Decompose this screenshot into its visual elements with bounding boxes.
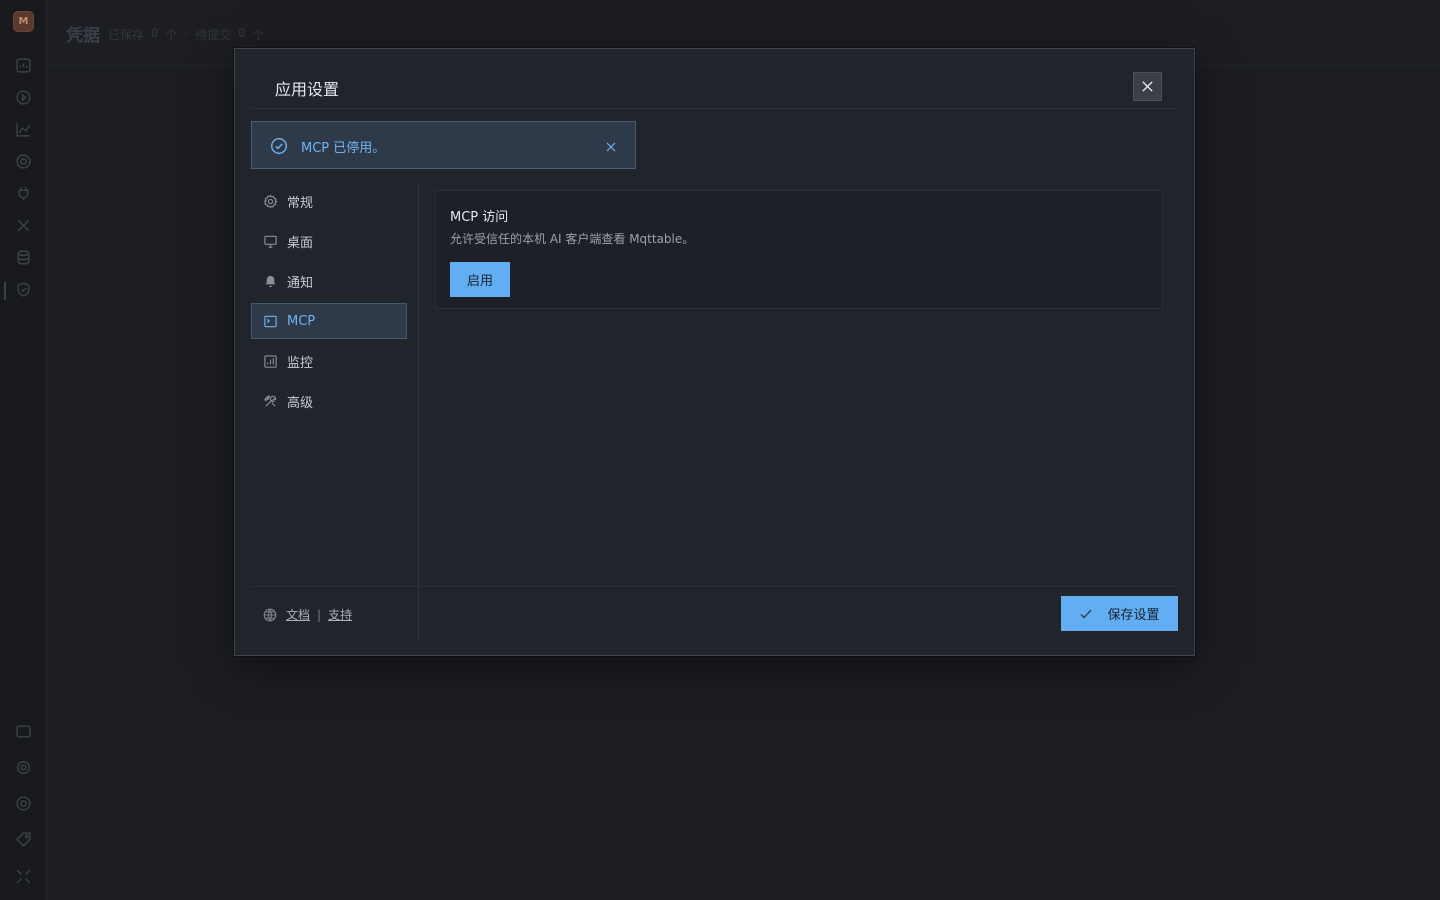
globe-icon	[263, 608, 277, 622]
app-sidebar-rail: M	[0, 0, 47, 900]
docs-link[interactable]: 文档	[286, 606, 310, 623]
save-button-label: 保存设置	[1107, 608, 1160, 623]
close-button[interactable]	[1133, 72, 1162, 101]
enable-mcp-button[interactable]: 启用	[450, 262, 510, 297]
chart-icon	[263, 354, 278, 369]
header-dot: ·	[184, 26, 189, 40]
nav-label: 监控	[287, 355, 314, 371]
modal-header: 应用设置	[251, 49, 1178, 109]
pending-unit: 个	[252, 28, 265, 42]
bell-icon	[263, 274, 278, 289]
mcp-access-card: MCP 访问 允许受信任的本机 AI 客户端查看 Mqttable。 启用	[435, 190, 1163, 309]
saved-label: 已保存	[108, 28, 145, 42]
collapse-icon[interactable]	[15, 868, 32, 885]
save-settings-button[interactable]: 保存设置	[1061, 596, 1178, 631]
shield-icon[interactable]	[15, 281, 32, 298]
modal-title: 应用设置	[275, 80, 340, 99]
toast-message: MCP 已停用。	[301, 141, 386, 156]
page-title: 凭据	[66, 26, 100, 46]
link-separator: |	[317, 607, 322, 622]
tools-icon[interactable]	[15, 217, 32, 234]
app-logo: M	[13, 11, 34, 32]
nav-item-monitoring[interactable]: 监控	[251, 343, 407, 379]
monitor-icon	[263, 234, 278, 249]
sidebar-divider	[418, 182, 419, 639]
mcp-section-description: 允许受信任的本机 AI 客户端查看 Mqttable。	[450, 232, 695, 246]
check-circle-icon	[270, 137, 288, 155]
nav-label: 常规	[287, 195, 314, 211]
nav-label: 高级	[287, 395, 314, 411]
terminal-icon[interactable]	[15, 723, 32, 740]
chart-icon[interactable]	[15, 121, 32, 138]
nav-label: MCP	[287, 313, 316, 329]
play-icon[interactable]	[15, 89, 32, 106]
footer-divider	[251, 586, 1178, 587]
settings-modal: 应用设置 MCP 已停用。 常规 桌面 通知 MCP 监控 高级 MCP 访问 …	[234, 48, 1195, 656]
footer-links: 文档 | 支持	[263, 606, 352, 623]
nav-label: 桌面	[287, 235, 314, 251]
nav-item-desktop[interactable]: 桌面	[251, 223, 407, 259]
pending-count: 0	[238, 26, 246, 40]
tools-icon	[263, 394, 278, 409]
mcp-section-title: MCP 访问	[450, 210, 509, 225]
pending-label: 待提交	[195, 28, 232, 42]
terminal-icon	[263, 314, 278, 329]
gear-icon[interactable]	[15, 759, 32, 776]
nav-item-general[interactable]: 常规	[251, 183, 407, 219]
close-icon	[1142, 81, 1153, 92]
support-link[interactable]: 支持	[328, 606, 352, 623]
check-icon	[1079, 607, 1093, 621]
nav-item-mcp[interactable]: MCP	[251, 303, 407, 339]
nav-item-notifications[interactable]: 通知	[251, 263, 407, 299]
rail-active-indicator	[4, 282, 6, 300]
status-toast: MCP 已停用。	[251, 121, 636, 169]
header-stats: 已保存 0 个 · 待提交 0 个	[108, 26, 264, 43]
nav-item-advanced[interactable]: 高级	[251, 383, 407, 419]
gear-icon	[263, 193, 278, 209]
dashboard-icon[interactable]	[15, 57, 32, 74]
toast-close-icon[interactable]	[605, 141, 617, 153]
plug-icon[interactable]	[15, 185, 32, 202]
saved-count: 0	[151, 26, 159, 40]
help-icon[interactable]	[15, 795, 32, 812]
settings-nav: 常规 桌面 通知 MCP 监控 高级	[251, 183, 407, 423]
nav-label: 通知	[287, 275, 314, 291]
target-icon[interactable]	[15, 153, 32, 170]
tag-icon[interactable]	[15, 831, 32, 848]
saved-unit: 个	[165, 28, 178, 42]
database-icon[interactable]	[15, 249, 32, 266]
